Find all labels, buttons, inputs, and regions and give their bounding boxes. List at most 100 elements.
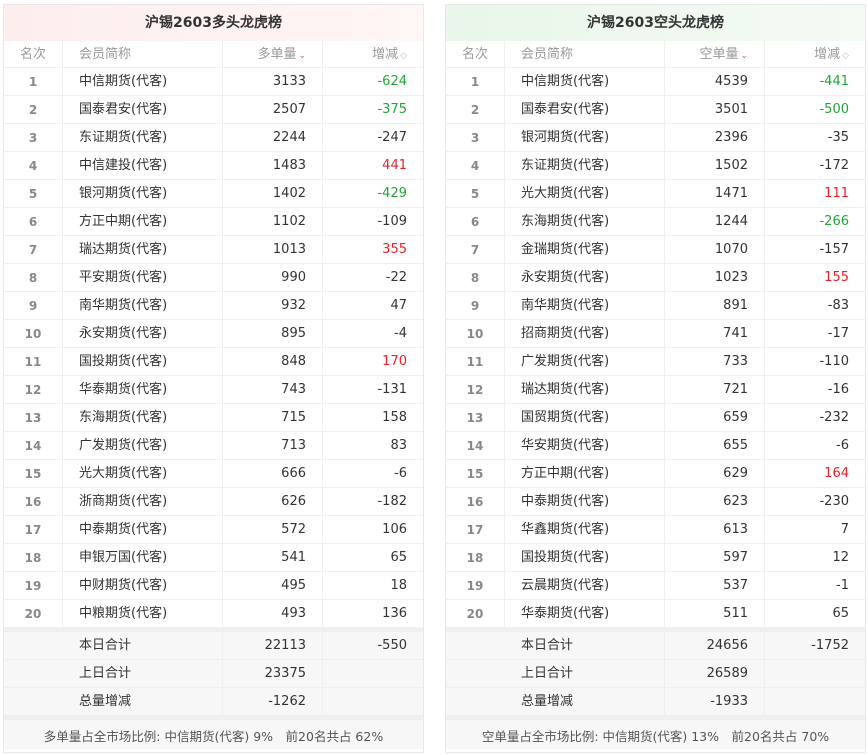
rank: 10 <box>446 320 505 347</box>
table-row: 10 招商期货(代客) 741 -17 <box>446 320 865 348</box>
table-row: 7 瑞达期货(代客) 1013 355 <box>4 236 423 264</box>
volume: 629 <box>665 460 765 487</box>
table-row: 14 华安期货(代客) 655 -6 <box>446 432 865 460</box>
summary-volume: 22113 <box>223 632 323 659</box>
rank: 17 <box>4 516 63 543</box>
rank: 18 <box>446 544 505 571</box>
volume: 541 <box>223 544 323 571</box>
panel-title: 沪锡2603多头龙虎榜 <box>4 5 423 41</box>
volume: 848 <box>223 348 323 375</box>
member-name: 东海期货(代客) <box>63 404 223 431</box>
member-name: 中财期货(代客) <box>63 572 223 599</box>
sort-caret-icon[interactable]: ⌄ <box>740 51 748 61</box>
member-name: 国泰君安(代客) <box>505 96 665 123</box>
header-change[interactable]: 增减 ◇ <box>323 41 423 67</box>
volume: 2244 <box>223 124 323 151</box>
summary-change <box>765 660 865 687</box>
sort-caret-icon[interactable]: ⌄ <box>298 51 306 61</box>
rank: 7 <box>4 236 63 263</box>
change: -172 <box>819 158 849 173</box>
volume: 3133 <box>223 68 323 95</box>
member-name: 中信期货(代客) <box>505 68 665 95</box>
header-volume[interactable]: 空单量 ⌄ <box>665 41 765 67</box>
table-row: 10 永安期货(代客) 895 -4 <box>4 320 423 348</box>
change: -22 <box>385 270 407 285</box>
rank: 9 <box>4 292 63 319</box>
volume: 495 <box>223 572 323 599</box>
volume: 3501 <box>665 96 765 123</box>
change: -16 <box>827 382 849 397</box>
summary-volume: 23375 <box>223 660 323 687</box>
sort-caret-icon[interactable]: ◇ <box>400 51 407 61</box>
change: 164 <box>824 466 849 481</box>
volume: 743 <box>223 376 323 403</box>
member-name: 国泰君安(代客) <box>63 96 223 123</box>
volume: 597 <box>665 544 765 571</box>
table-row: 18 申银万国(代客) 541 65 <box>4 544 423 572</box>
rank: 18 <box>4 544 63 571</box>
summary-change <box>323 688 423 715</box>
member-name: 国投期货(代客) <box>505 544 665 571</box>
change: -429 <box>377 186 407 201</box>
member-name: 国贸期货(代客) <box>505 404 665 431</box>
rank: 5 <box>4 180 63 207</box>
rank: 7 <box>446 236 505 263</box>
rank: 3 <box>4 124 63 151</box>
header-change-label: 增减 <box>814 47 841 62</box>
short-ranking-panel: 沪锡2603空头龙虎榜 名次 会员简称 空单量 ⌄ 增减 ◇ 1 中信期货(代客) … <box>445 4 866 753</box>
rank: 2 <box>4 96 63 123</box>
summary-row: 本日合计 22113 -550 <box>4 632 423 660</box>
table-row: 14 广发期货(代客) 713 83 <box>4 432 423 460</box>
volume: 493 <box>223 600 323 627</box>
volume: 613 <box>665 516 765 543</box>
change: -266 <box>819 214 849 229</box>
change: -500 <box>819 102 849 117</box>
member-name: 广发期货(代客) <box>63 432 223 459</box>
member-name: 银河期货(代客) <box>63 180 223 207</box>
member-name: 国投期货(代客) <box>63 348 223 375</box>
change: 111 <box>824 186 849 201</box>
volume: 1483 <box>223 152 323 179</box>
member-name: 中信建投(代客) <box>63 152 223 179</box>
rank: 4 <box>446 152 505 179</box>
volume: 655 <box>665 432 765 459</box>
change: -4 <box>394 326 407 341</box>
header-volume[interactable]: 多单量 ⌄ <box>223 41 323 67</box>
rank: 15 <box>4 460 63 487</box>
rank: 9 <box>446 292 505 319</box>
volume: 2507 <box>223 96 323 123</box>
volume: 1070 <box>665 236 765 263</box>
sort-caret-icon[interactable]: ◇ <box>842 51 849 61</box>
change: 158 <box>382 410 407 425</box>
rank: 11 <box>446 348 505 375</box>
table-row: 11 广发期货(代客) 733 -110 <box>446 348 865 376</box>
volume: 1402 <box>223 180 323 207</box>
table-row: 17 中泰期货(代客) 572 106 <box>4 516 423 544</box>
change: 136 <box>382 606 407 621</box>
rank: 16 <box>4 488 63 515</box>
change: 18 <box>390 578 407 593</box>
member-name: 中泰期货(代客) <box>505 488 665 515</box>
rank: 14 <box>4 432 63 459</box>
change: 441 <box>382 158 407 173</box>
table-header: 名次 会员简称 多单量 ⌄ 增减 ◇ <box>4 41 423 68</box>
member-name: 中粮期货(代客) <box>63 600 223 627</box>
header-rank: 名次 <box>446 41 505 67</box>
rank: 1 <box>4 68 63 95</box>
rank: 14 <box>446 432 505 459</box>
change: 12 <box>832 550 849 565</box>
member-name: 永安期货(代客) <box>63 320 223 347</box>
rank: 4 <box>4 152 63 179</box>
table-row: 3 银河期货(代客) 2396 -35 <box>446 124 865 152</box>
member-name: 浙商期货(代客) <box>63 488 223 515</box>
header-change[interactable]: 增减 ◇ <box>765 41 865 67</box>
change: -247 <box>377 130 407 145</box>
table-row: 8 永安期货(代客) 1023 155 <box>446 264 865 292</box>
volume: 932 <box>223 292 323 319</box>
member-name: 方正中期(代客) <box>63 208 223 235</box>
rank: 3 <box>446 124 505 151</box>
rank: 8 <box>4 264 63 291</box>
panel-title: 沪锡2603空头龙虎榜 <box>446 5 865 41</box>
rank: 16 <box>446 488 505 515</box>
summary-volume: 24656 <box>665 632 765 659</box>
